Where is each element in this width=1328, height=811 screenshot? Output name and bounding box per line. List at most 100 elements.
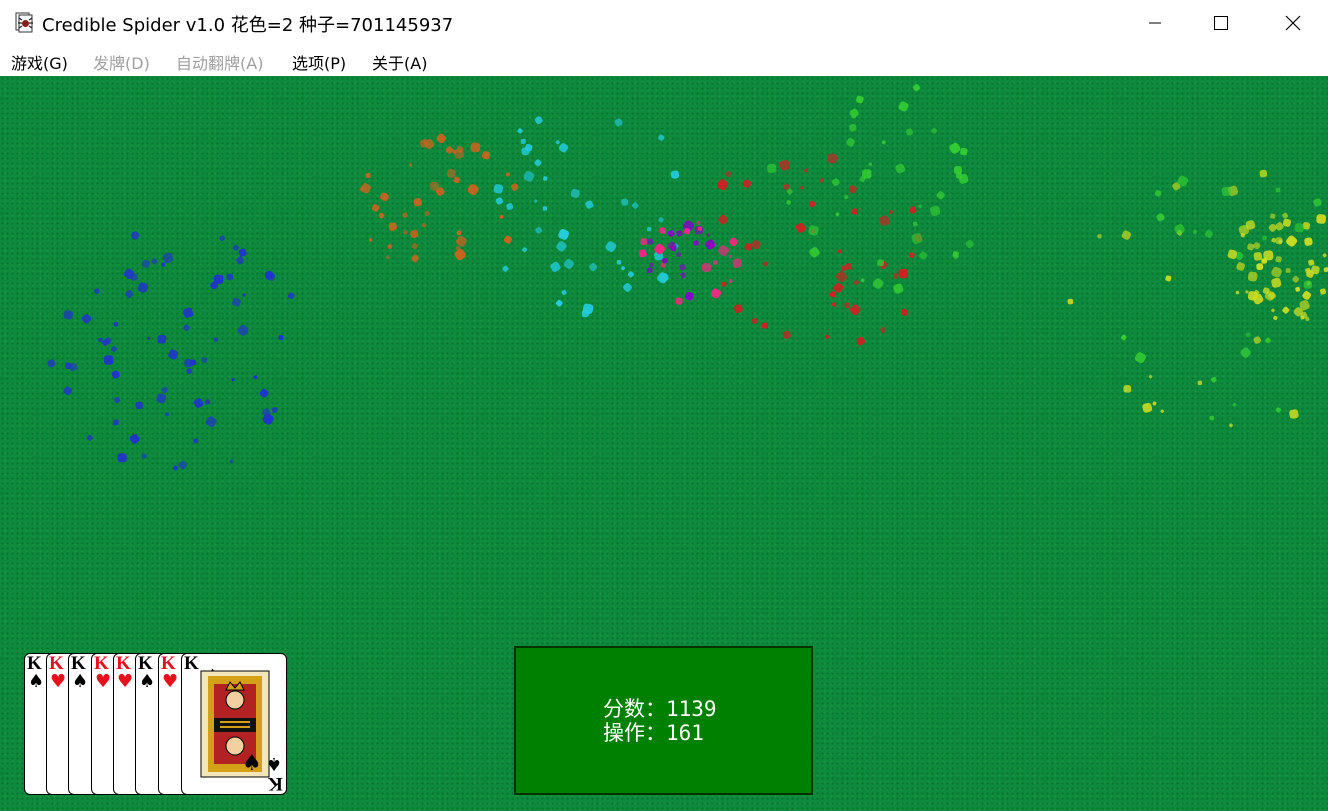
- confetti-particle: [879, 215, 890, 226]
- confetti-particle: [1295, 286, 1301, 292]
- confetti-particle: [238, 248, 247, 257]
- confetti-particle: [1134, 352, 1146, 364]
- confetti-particle: [646, 267, 653, 274]
- confetti-particle: [445, 146, 454, 154]
- confetti-particle: [186, 368, 193, 375]
- confetti-particle: [676, 230, 683, 237]
- confetti-particle: [843, 194, 849, 200]
- spade-icon: ♠: [72, 671, 89, 692]
- confetti-particle: [919, 251, 928, 260]
- confetti-particle: [558, 143, 569, 153]
- menu-deal[interactable]: 发牌(D): [93, 50, 150, 74]
- heart-icon: ♥: [117, 671, 134, 692]
- confetti-particle: [259, 388, 269, 398]
- confetti-particle: [667, 229, 675, 237]
- confetti-particle: [371, 204, 380, 212]
- confetti-particle: [237, 324, 249, 336]
- close-button[interactable]: [1260, 0, 1326, 46]
- confetti-particle: [535, 226, 543, 234]
- confetti-particle: [168, 349, 179, 360]
- confetti-particle: [831, 178, 840, 187]
- confetti-particle: [638, 249, 647, 258]
- confetti-particle: [1294, 223, 1305, 233]
- confetti-particle: [558, 228, 570, 240]
- confetti-particle: [495, 197, 504, 205]
- confetti-particle: [1323, 267, 1328, 273]
- maximize-button[interactable]: [1188, 0, 1254, 46]
- confetti-particle: [570, 188, 580, 198]
- confetti-particle: [911, 233, 923, 244]
- confetti-particle: [110, 345, 118, 353]
- confetti-particle: [236, 256, 244, 265]
- confetti-particle: [1313, 198, 1322, 207]
- confetti-particle: [880, 327, 887, 333]
- confetti-particle: [918, 204, 923, 209]
- confetti-particle: [1322, 253, 1327, 258]
- menu-game[interactable]: 游戏(G): [11, 50, 68, 74]
- confetti-particle: [135, 401, 143, 410]
- confetti-particle: [1221, 186, 1232, 197]
- confetti-particle: [1121, 334, 1127, 341]
- confetti-particle: [751, 318, 758, 324]
- heart-icon: ♥: [95, 671, 112, 692]
- confetti-particle: [647, 238, 654, 245]
- confetti-particle: [868, 162, 872, 166]
- score-text: 分数：1139: [603, 696, 717, 721]
- confetti-particle: [388, 222, 397, 231]
- confetti-particle: [178, 460, 188, 470]
- confetti-particle: [627, 271, 634, 278]
- confetti-particle: [510, 183, 519, 191]
- confetti-particle: [804, 168, 809, 173]
- menu-auto-flip[interactable]: 自动翻牌(A): [176, 50, 263, 74]
- confetti-particle: [193, 398, 204, 408]
- confetti-particle: [193, 438, 199, 444]
- confetti-particle: [1121, 230, 1132, 240]
- confetti-particle: [387, 244, 393, 249]
- confetti-particle: [1253, 252, 1263, 261]
- confetti-particle: [411, 243, 418, 250]
- confetti-particle: [410, 229, 419, 239]
- confetti-particle: [229, 459, 234, 464]
- minimize-button[interactable]: [1122, 0, 1188, 46]
- confetti-particle: [499, 214, 504, 219]
- confetti-particle: [1156, 213, 1165, 222]
- confetti-particle: [623, 283, 632, 292]
- confetti-particle: [898, 101, 909, 112]
- confetti-particle: [658, 134, 665, 141]
- score-panel: 分数：1139 操作：161: [514, 646, 813, 795]
- confetti-particle: [850, 304, 861, 316]
- confetti-particle: [908, 252, 915, 259]
- confetti-particle: [658, 217, 664, 223]
- confetti-particle: [402, 212, 408, 218]
- title-bar[interactable]: Credible Spider v1.0 花色=2 种子=701145937: [0, 0, 1328, 46]
- confetti-particle: [1253, 242, 1261, 250]
- confetti-particle: [905, 128, 914, 136]
- confetti-particle: [183, 307, 194, 318]
- confetti-particle: [502, 265, 509, 272]
- confetti-particle: [836, 271, 847, 283]
- confetti-particle: [111, 370, 120, 379]
- game-table[interactable]: K ♠ K ♥ K ♠ K ♥ K ♥ K ♠ K ♥ K ♠ ♠ K 分数：1…: [0, 76, 1328, 811]
- confetti-particle: [751, 240, 761, 250]
- confetti-particle: [378, 212, 385, 219]
- confetti-particle: [561, 289, 567, 296]
- menu-options[interactable]: 选项(P): [292, 50, 346, 74]
- confetti-particle: [563, 258, 574, 269]
- confetti-particle: [705, 239, 716, 250]
- menu-about[interactable]: 关于(A): [372, 50, 427, 74]
- confetti-particle: [881, 140, 886, 145]
- confetti-particle: [146, 336, 151, 340]
- confetti-particle: [1232, 402, 1237, 407]
- confetti-particle: [1245, 290, 1249, 294]
- moves-text: 操作：161: [603, 720, 704, 745]
- confetti-particle: [872, 278, 884, 289]
- maximize-icon: [1214, 16, 1228, 30]
- minimize-icon: [1149, 22, 1161, 24]
- confetti-particle: [456, 230, 462, 236]
- confetti-particle: [1240, 347, 1251, 358]
- confetti-particle: [831, 302, 837, 307]
- confetti-particle: [728, 254, 733, 259]
- confetti-particle: [94, 288, 100, 294]
- confetti-particle: [898, 268, 909, 279]
- confetti-particle: [1235, 290, 1240, 295]
